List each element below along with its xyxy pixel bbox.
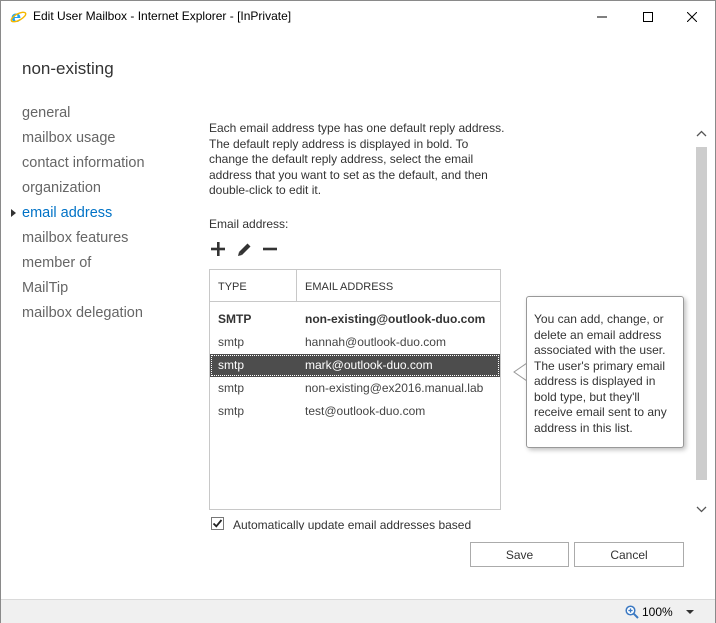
nav-item-label: email address — [22, 205, 113, 221]
email-address-table: TYPE EMAIL ADDRESS SMTP non-existing@out… — [209, 269, 501, 510]
page-title: non-existing — [22, 59, 114, 78]
browser-window: e Edit User Mailbox - Internet Explorer … — [0, 0, 716, 623]
table-row[interactable]: smtp test@outlook-duo.com — [210, 400, 500, 423]
maximize-icon — [643, 11, 653, 22]
type-cell: smtp — [218, 404, 245, 418]
vertical-scrollbar[interactable] — [693, 123, 710, 523]
type-cell: smtp — [218, 358, 245, 372]
email-cell: hannah@outlook-duo.com — [305, 335, 446, 349]
email-cell: test@outlook-duo.com — [305, 404, 426, 418]
nav-item-member-of[interactable]: member of — [22, 252, 145, 277]
type-cell: SMTP — [218, 312, 252, 326]
minimize-button[interactable] — [579, 1, 625, 32]
checkmark-icon — [212, 519, 223, 528]
nav-item-label: mailbox delegation — [22, 305, 143, 321]
section-nav: general mailbox usage contact informatio… — [11, 102, 145, 327]
table-row-selected[interactable]: smtp mark@outlook-duo.com — [210, 354, 500, 377]
scroll-up-button[interactable] — [693, 123, 710, 143]
plus-icon — [211, 242, 225, 256]
email-toolbar — [209, 239, 279, 259]
minus-icon — [263, 247, 277, 251]
nav-item-email-address[interactable]: email address — [11, 202, 145, 227]
nav-item-mailbox-delegation[interactable]: mailbox delegation — [22, 302, 145, 327]
svg-text:e: e — [11, 8, 21, 25]
column-header-type[interactable]: TYPE — [218, 281, 247, 293]
save-button[interactable]: Save — [470, 542, 569, 567]
chevron-up-icon — [696, 130, 707, 136]
nav-item-mailbox-usage[interactable]: mailbox usage — [22, 127, 145, 152]
tooltip-arrow — [513, 363, 527, 381]
email-cell: non-existing@ex2016.manual.lab — [305, 381, 484, 395]
close-icon — [687, 11, 697, 22]
maximize-button[interactable] — [625, 1, 671, 32]
table-header: TYPE EMAIL ADDRESS — [210, 270, 500, 302]
nav-item-label: member of — [22, 255, 92, 271]
zoom-dropdown-icon[interactable] — [686, 610, 694, 614]
nav-item-mailtip[interactable]: MailTip — [22, 277, 145, 302]
add-email-button[interactable] — [209, 239, 227, 259]
table-row[interactable]: SMTP non-existing@outlook-duo.com — [210, 308, 500, 331]
minimize-icon — [597, 16, 607, 17]
nav-item-general[interactable]: general — [22, 102, 145, 127]
type-cell: smtp — [218, 381, 245, 395]
nav-item-mailbox-features[interactable]: mailbox features — [22, 227, 145, 252]
nav-item-label: MailTip — [22, 280, 69, 296]
email-cell: mark@outlook-duo.com — [305, 358, 433, 372]
table-row[interactable]: smtp hannah@outlook-duo.com — [210, 331, 500, 354]
status-bar: 100% — [1, 599, 715, 623]
zoom-magnifier-icon — [625, 605, 639, 619]
remove-email-button[interactable] — [261, 239, 279, 259]
window-title: Edit User Mailbox - Internet Explorer - … — [33, 9, 292, 23]
nav-item-label: mailbox usage — [22, 130, 116, 146]
email-address-label: Email address: — [209, 217, 289, 231]
scroll-thumb[interactable] — [696, 147, 707, 480]
nav-item-label: contact information — [22, 155, 145, 171]
column-divider[interactable] — [296, 270, 297, 301]
pencil-icon — [237, 243, 250, 256]
help-tooltip: You can add, change, or delete an email … — [526, 296, 684, 448]
chevron-down-icon — [696, 506, 707, 512]
selected-caret-icon — [11, 209, 16, 217]
table-row[interactable]: smtp non-existing@ex2016.manual.lab — [210, 377, 500, 400]
auto-update-label: Automatically update email addresses bas… — [233, 518, 472, 530]
type-cell: smtp — [218, 335, 245, 349]
nav-item-label: general — [22, 105, 71, 121]
edit-email-button[interactable] — [235, 239, 253, 259]
scroll-down-button[interactable] — [693, 499, 710, 519]
close-button[interactable] — [669, 1, 715, 32]
section-description: Each email address type has one default … — [209, 121, 505, 197]
nav-item-label: organization — [22, 180, 101, 196]
title-bar: e Edit User Mailbox - Internet Explorer … — [1, 1, 715, 32]
nav-item-organization[interactable]: organization — [22, 177, 145, 202]
nav-item-label: mailbox features — [22, 230, 129, 246]
auto-update-checkbox[interactable] — [211, 517, 224, 530]
column-header-email-address[interactable]: EMAIL ADDRESS — [305, 281, 393, 293]
internet-explorer-icon: e — [10, 8, 27, 25]
nav-item-contact-information[interactable]: contact information — [22, 152, 145, 177]
cancel-button[interactable]: Cancel — [574, 542, 684, 567]
zoom-level[interactable]: 100% — [642, 605, 673, 619]
email-cell: non-existing@outlook-duo.com — [305, 312, 486, 326]
